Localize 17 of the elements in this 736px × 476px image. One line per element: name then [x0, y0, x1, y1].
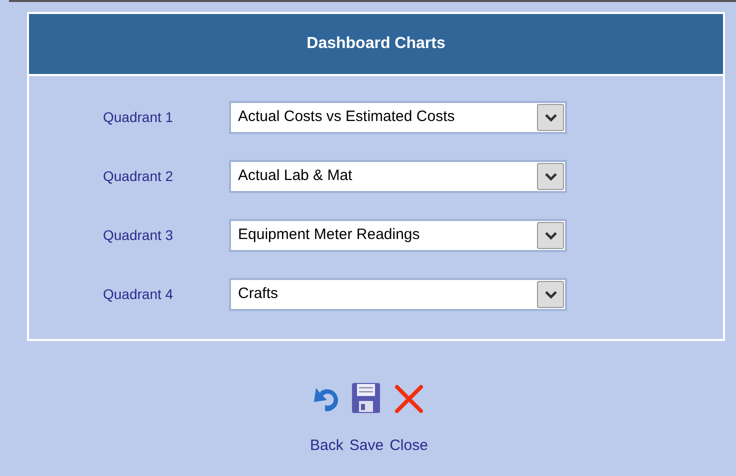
dropdown-field[interactable]: Crafts — [229, 278, 567, 311]
field-label: Quadrant 1 — [103, 108, 174, 127]
dropdown-field[interactable]: Actual Costs vs Estimated Costs — [229, 101, 567, 134]
chevron-down-icon[interactable] — [537, 222, 564, 249]
chevron-down-icon[interactable] — [537, 163, 564, 190]
toolbar-button[interactable]: Close — [390, 379, 428, 458]
toolbar-button[interactable]: Back — [310, 379, 344, 458]
dialog-title: Dashboard Charts — [306, 34, 446, 54]
chevron-down-icon[interactable] — [537, 104, 564, 131]
dropdown-field[interactable]: Actual Lab & Mat — [229, 160, 567, 193]
chevron-down-icon[interactable] — [537, 281, 564, 308]
field-label: Quadrant 2 — [103, 167, 174, 186]
field-label: Quadrant 4 — [103, 285, 174, 304]
dropdown-field[interactable]: Equipment Meter Readings — [229, 219, 567, 252]
field-label: Quadrant 3 — [103, 226, 174, 245]
close-icon — [392, 383, 425, 415]
toolbar-button[interactable]: Save — [349, 379, 384, 458]
